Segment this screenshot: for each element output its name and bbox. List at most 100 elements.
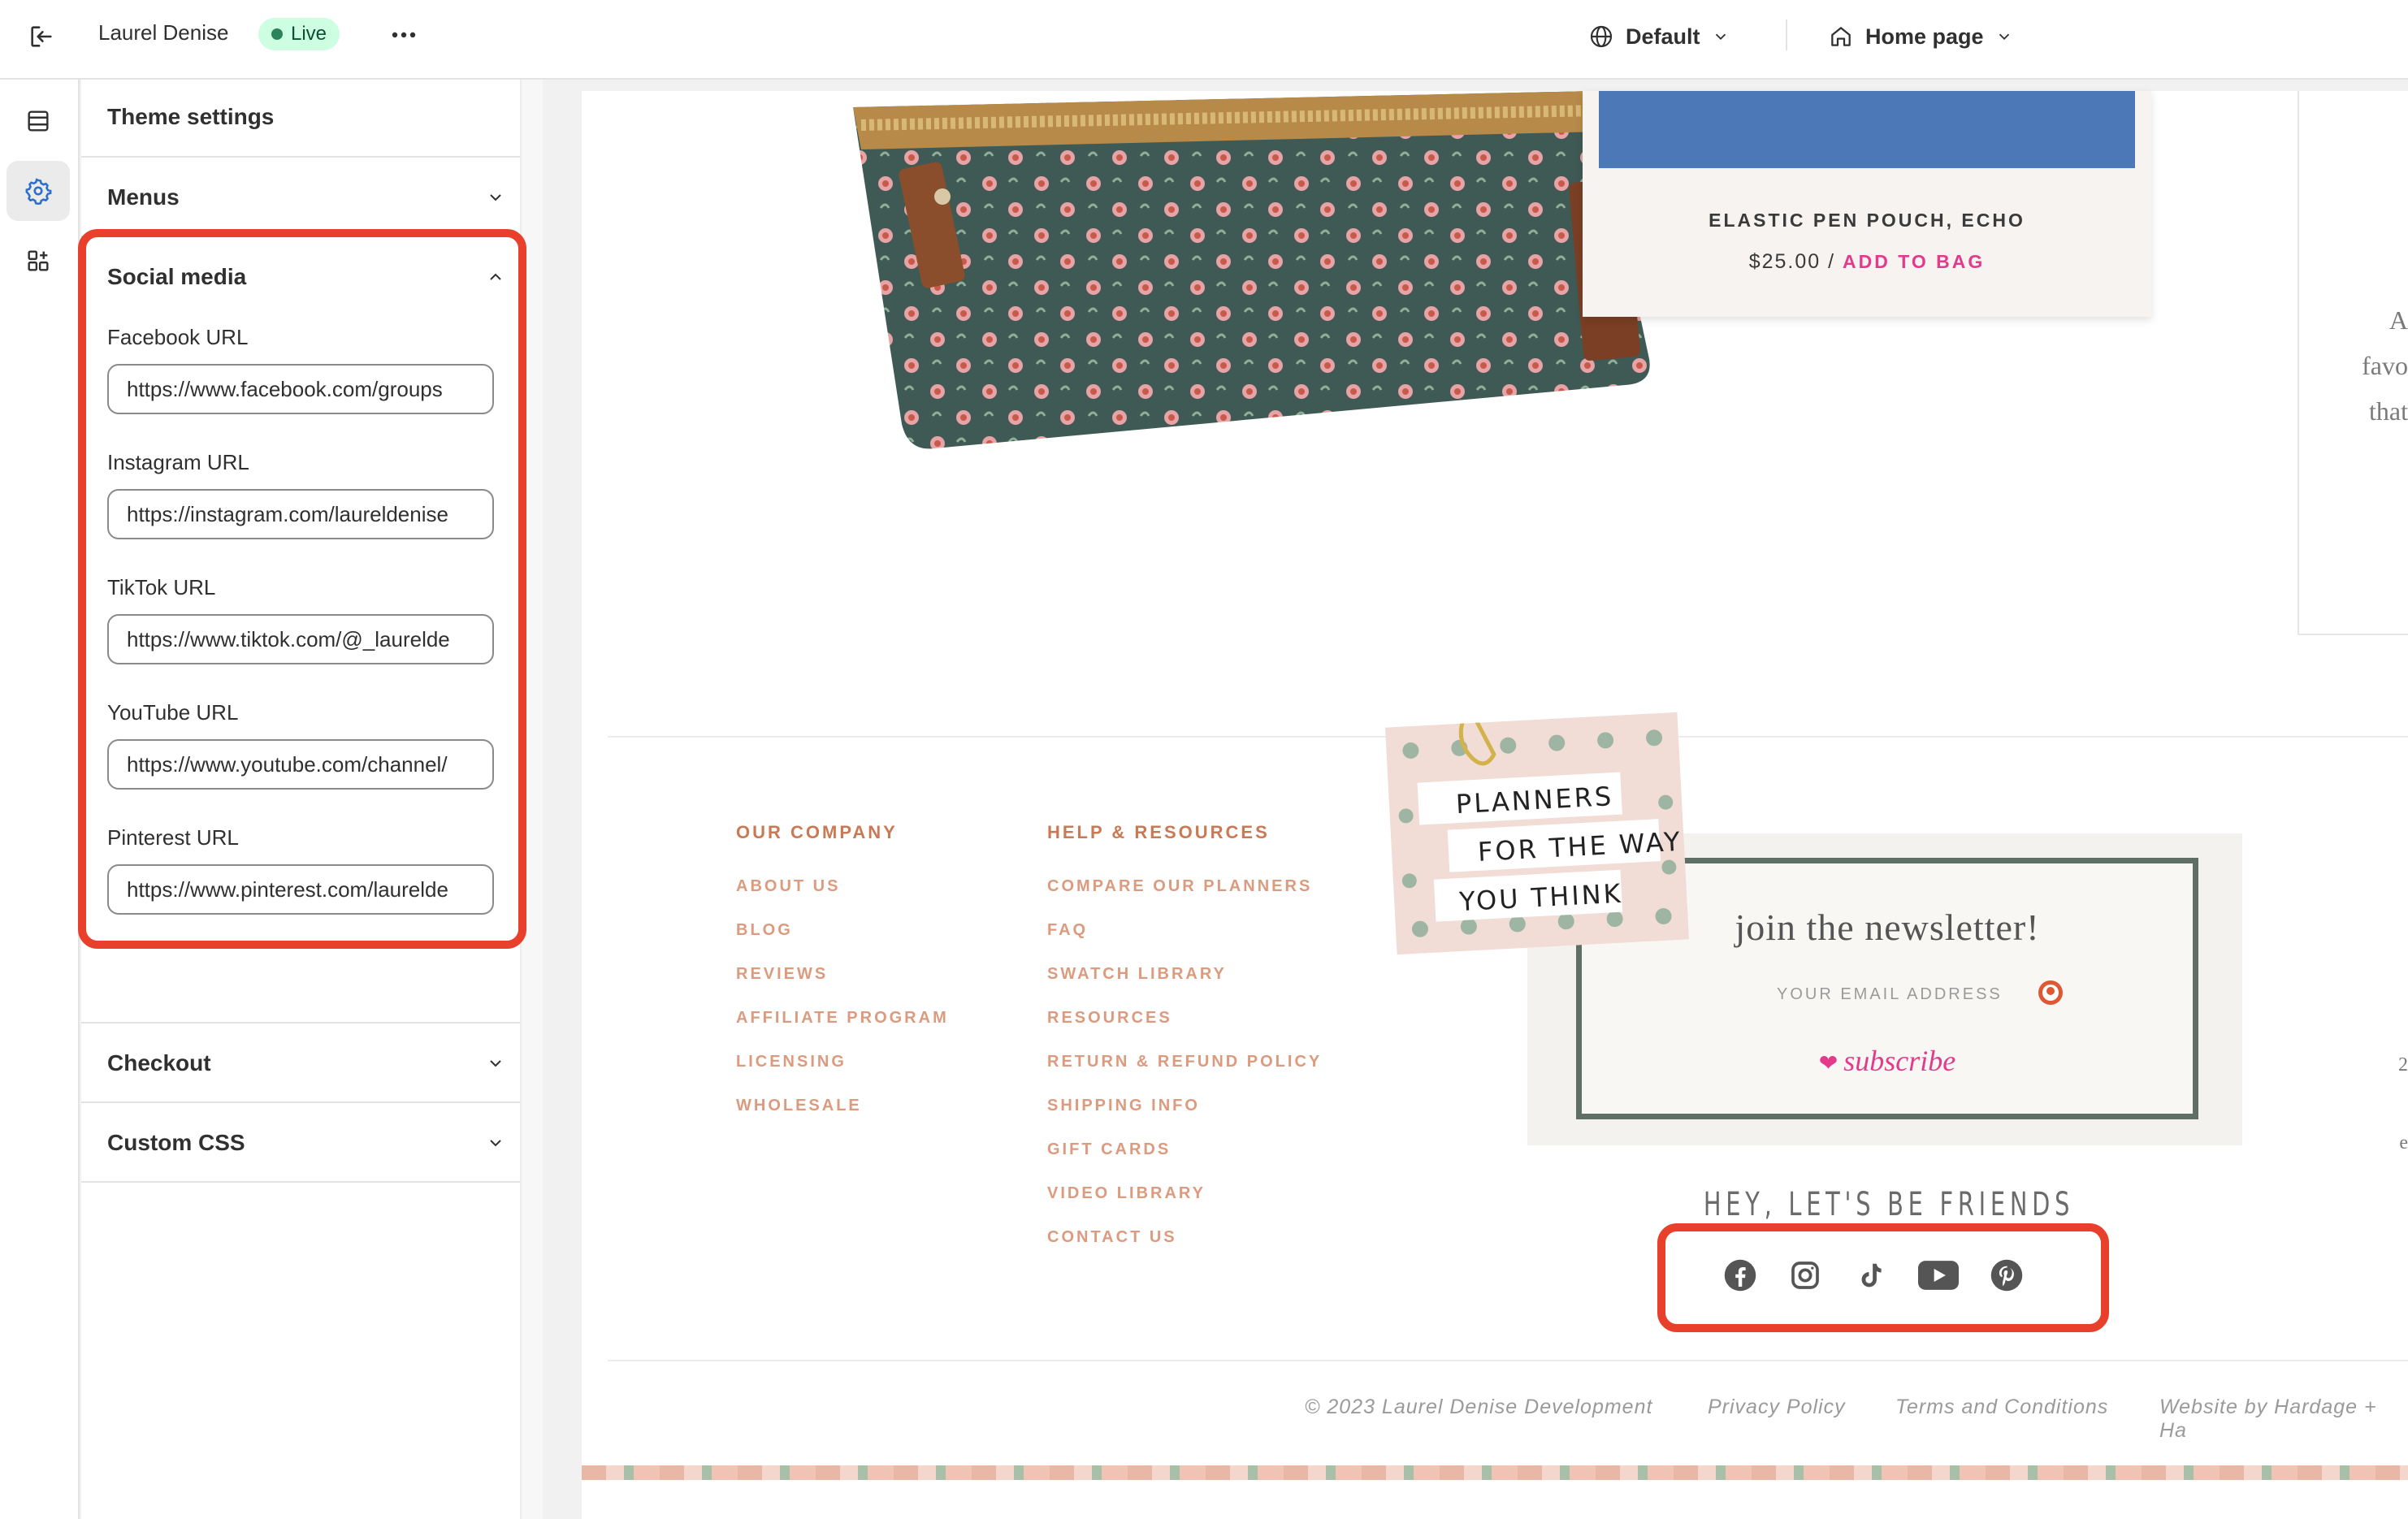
pinterest-url-field[interactable] bbox=[107, 864, 494, 915]
product-card-image bbox=[1599, 91, 2135, 168]
home-icon bbox=[1831, 27, 1851, 46]
ellipsis-icon bbox=[392, 32, 416, 38]
facebook-url-field[interactable] bbox=[107, 364, 494, 414]
chevron-down-icon bbox=[490, 1140, 501, 1147]
right-text-line: A bbox=[2389, 305, 2408, 335]
topbar-divider bbox=[1786, 19, 1787, 50]
product-card[interactable]: ELASTIC PEN POUCH, ECHO $25.00 / ADD TO … bbox=[1583, 91, 2151, 317]
footer-link-reviews[interactable]: REVIEWS bbox=[736, 965, 828, 984]
youtube-url-field[interactable] bbox=[107, 739, 494, 790]
friends-heading: HEY, LET'S BE FRIENDS bbox=[1703, 1186, 2075, 1223]
chevron-down-icon bbox=[1999, 33, 2009, 41]
globe-icon bbox=[1590, 25, 1613, 48]
footer-link-gift-cards[interactable]: GIFT CARDS bbox=[1047, 1140, 1171, 1159]
panel-title: Theme settings bbox=[107, 104, 275, 129]
chevron-down-icon bbox=[490, 1060, 501, 1067]
terms-link[interactable]: Terms and Conditions bbox=[1895, 1396, 2108, 1419]
footer-link-affiliate[interactable]: AFFILIATE PROGRAM bbox=[736, 1009, 949, 1028]
live-status-label: Live bbox=[291, 23, 327, 45]
gear-icon bbox=[25, 178, 52, 205]
instagram-url-field[interactable] bbox=[107, 489, 494, 539]
footer-link-contact[interactable]: CONTACT US bbox=[1047, 1228, 1177, 1247]
youtube-url-label: YouTube URL bbox=[107, 700, 239, 725]
chevron-up-icon bbox=[490, 273, 501, 280]
more-actions-button[interactable] bbox=[385, 16, 422, 54]
footer-link-faq[interactable]: FAQ bbox=[1047, 921, 1088, 940]
duckduckgo-icon[interactable] bbox=[2037, 979, 2064, 1006]
sections-icon bbox=[28, 110, 49, 132]
facebook-url-label: Facebook URL bbox=[107, 325, 249, 349]
divider bbox=[81, 156, 520, 158]
divider bbox=[81, 236, 520, 237]
page-selector[interactable]: Home page bbox=[1828, 18, 2013, 55]
pinterest-url-label: Pinterest URL bbox=[107, 825, 239, 850]
theme-settings-nav-button[interactable] bbox=[6, 161, 70, 221]
right-text-line: 2 bbox=[2398, 1054, 2408, 1075]
app-blocks-nav-button[interactable] bbox=[6, 231, 70, 291]
sections-nav-button[interactable] bbox=[6, 91, 70, 151]
footer-bottom-divider bbox=[608, 1360, 2408, 1361]
instagram-url-label: Instagram URL bbox=[107, 450, 249, 474]
tiktok-icon[interactable] bbox=[1852, 1257, 1888, 1293]
divider bbox=[81, 1022, 520, 1023]
store-name: Laurel Denise bbox=[98, 20, 229, 45]
website-credit-link[interactable]: Website by Hardage + Ha bbox=[2159, 1396, 2408, 1443]
checkout-section-header[interactable]: Checkout bbox=[107, 1043, 505, 1084]
exit-icon[interactable] bbox=[23, 18, 60, 55]
right-text-line: e bbox=[2399, 1132, 2408, 1153]
top-bar: Laurel Denise Live Default Home page bbox=[0, 0, 2408, 80]
chevron-down-icon bbox=[1715, 33, 1726, 41]
page-selector-label: Home page bbox=[1865, 24, 1984, 49]
pen-pouch-product-image bbox=[853, 91, 1650, 449]
divider bbox=[81, 1181, 520, 1183]
footer-link-swatch[interactable]: SWATCH LIBRARY bbox=[1047, 965, 1227, 984]
custom-css-section-title: Custom CSS bbox=[107, 1130, 245, 1155]
checkout-section-title: Checkout bbox=[107, 1050, 211, 1075]
help-resources-heading: HELP & RESOURCES bbox=[1047, 822, 1270, 842]
theme-selector-label: Default bbox=[1626, 24, 1700, 49]
tiktok-url-field[interactable] bbox=[107, 614, 494, 664]
planners-sticky-note: PLANNERS FOR THE WAY YOU THINK bbox=[1384, 712, 1690, 955]
divider bbox=[81, 1101, 520, 1103]
social-icons-row bbox=[1722, 1251, 2025, 1300]
footer-link-licensing[interactable]: LICENSING bbox=[736, 1053, 847, 1071]
our-company-heading: OUR COMPANY bbox=[736, 822, 898, 842]
footer-link-resources[interactable]: RESOURCES bbox=[1047, 1009, 1172, 1028]
subscribe-label: subscribe bbox=[1843, 1045, 1956, 1077]
heart-icon: ❤ bbox=[1818, 1051, 1844, 1076]
youtube-icon[interactable] bbox=[1917, 1257, 1960, 1293]
footer-link-blog[interactable]: BLOG bbox=[736, 921, 793, 940]
footer-link-video-library[interactable]: VIDEO LIBRARY bbox=[1047, 1184, 1206, 1203]
social-media-section-header[interactable]: Social media bbox=[107, 257, 505, 297]
status-dot bbox=[271, 28, 283, 40]
custom-css-section-header[interactable]: Custom CSS bbox=[107, 1123, 505, 1163]
footer-link-shipping[interactable]: SHIPPING INFO bbox=[1047, 1097, 1200, 1115]
menus-section-title: Menus bbox=[107, 184, 180, 210]
editor-icon-rail bbox=[0, 80, 80, 1519]
instagram-icon[interactable] bbox=[1787, 1257, 1823, 1293]
product-price-row: $25.00 / ADD TO BAG bbox=[1583, 250, 2151, 274]
live-status-badge: Live bbox=[258, 18, 340, 50]
floral-border bbox=[582, 1465, 2408, 1480]
panel-scrollbar[interactable] bbox=[520, 80, 543, 1519]
footer-link-about-us[interactable]: ABOUT US bbox=[736, 877, 840, 896]
theme-selector[interactable]: Default bbox=[1588, 18, 1730, 55]
footer-link-compare[interactable]: COMPARE OUR PLANNERS bbox=[1047, 877, 1312, 896]
facebook-icon[interactable] bbox=[1722, 1257, 1758, 1293]
add-to-bag-link[interactable]: ADD TO BAG bbox=[1843, 251, 1985, 272]
menus-section-header[interactable]: Menus bbox=[107, 177, 505, 218]
newsletter-email-input[interactable]: YOUR EMAIL ADDRESS bbox=[1777, 985, 2003, 1004]
footer-link-return-policy[interactable]: RETURN & REFUND POLICY bbox=[1047, 1053, 1322, 1071]
privacy-policy-link[interactable]: Privacy Policy bbox=[1708, 1396, 1846, 1419]
copyright-text: © 2023 Laurel Denise Development bbox=[1305, 1396, 1653, 1418]
product-name: ELASTIC PEN POUCH, ECHO bbox=[1709, 210, 2025, 231]
app-blocks-icon bbox=[28, 250, 49, 271]
chevron-down-icon bbox=[490, 194, 501, 201]
subscribe-button[interactable]: ❤ subscribe bbox=[1582, 1044, 2193, 1078]
right-text-line: that bbox=[2369, 396, 2408, 426]
tiktok-url-label: TikTok URL bbox=[107, 575, 216, 599]
pinterest-icon[interactable] bbox=[1989, 1257, 2025, 1293]
social-media-section-title: Social media bbox=[107, 264, 247, 289]
theme-settings-panel: Theme settings Menus Social media Facebo… bbox=[81, 80, 543, 1519]
footer-link-wholesale[interactable]: WHOLESALE bbox=[736, 1097, 862, 1115]
